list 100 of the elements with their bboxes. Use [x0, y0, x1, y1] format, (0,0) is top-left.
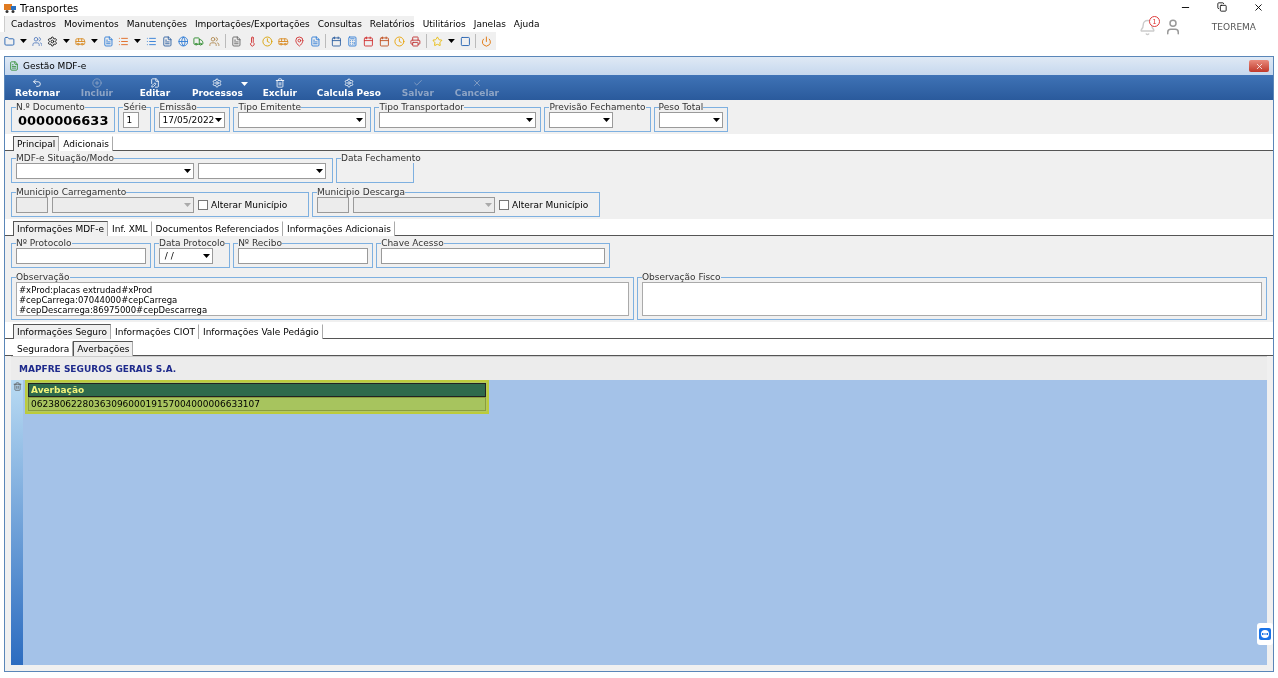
tab[interactable]: Informações MDF-e [13, 221, 109, 236]
input-field[interactable] [238, 248, 369, 264]
input-field[interactable] [16, 248, 146, 264]
input-field[interactable] [16, 197, 48, 213]
document-icon[interactable] [161, 35, 173, 47]
bus-icon[interactable] [278, 35, 289, 47]
dropdown-arrow-icon [485, 203, 492, 207]
dropdown[interactable] [379, 112, 537, 128]
dropdown[interactable] [353, 197, 495, 213]
delete-button[interactable]: Excluir [252, 78, 307, 98]
truck-icon[interactable] [193, 35, 205, 47]
tab[interactable]: Informações Vale Pedágio [199, 324, 323, 339]
edit-button[interactable]: Editar [127, 78, 182, 98]
users-icon[interactable] [31, 35, 43, 47]
menu-item[interactable]: Manutenções [126, 19, 187, 29]
checkbox[interactable]: Alterar Município [198, 200, 288, 210]
menu-item[interactable]: Cadastros [11, 19, 56, 29]
dropdown[interactable] [16, 163, 194, 179]
field-label: Data Fechamento [341, 153, 421, 163]
checkbox[interactable]: Alterar Município [499, 200, 589, 210]
plus-icon [91, 78, 102, 88]
input-field[interactable] [317, 197, 349, 213]
users-icon[interactable] [209, 35, 220, 47]
dropdown-arrow-icon [356, 118, 364, 122]
tab[interactable]: Principal [13, 136, 60, 151]
field-label: Nº Protocolo [16, 238, 72, 248]
power-icon[interactable] [481, 35, 493, 47]
document-icon[interactable] [102, 35, 114, 47]
menu-item[interactable]: Importações/Exportações [194, 19, 310, 29]
field-label: Observação [16, 272, 70, 282]
tab[interactable]: Informações CIOT [111, 324, 199, 339]
dropdown[interactable]: 17/05/2022 [159, 112, 226, 128]
close-button[interactable] [1249, 60, 1269, 72]
menu-item[interactable]: Ajuda [513, 19, 540, 29]
dropdown-arrow-icon [526, 118, 534, 122]
field-label: Observação Fisco [642, 272, 721, 282]
dropdown-arrow-icon [712, 118, 720, 122]
input-field[interactable]: 1 [123, 112, 140, 128]
bus-icon[interactable] [75, 35, 86, 47]
menu-item[interactable]: Consultas [317, 19, 362, 29]
tab[interactable]: Informações Adicionais [283, 221, 395, 236]
trash-icon [274, 78, 285, 88]
undo-icon [32, 78, 43, 88]
close-icon[interactable] [1253, 2, 1264, 13]
gear-icon[interactable] [47, 35, 59, 47]
menu-item[interactable]: Janelas [473, 19, 506, 29]
field-label: N.º Documento [16, 102, 85, 112]
field-label: Chave Acesso [381, 238, 444, 248]
globe-icon[interactable] [177, 35, 189, 47]
document-number: 0000006633 [17, 112, 110, 128]
field-label: Tipo Transportador [379, 102, 464, 112]
dropdown-arrow-icon [19, 39, 27, 43]
tab[interactable]: Inf. XML [108, 221, 152, 236]
square-icon[interactable] [459, 35, 471, 47]
dropdown-arrow-icon [603, 118, 611, 122]
tab[interactable]: Informações Seguro [13, 324, 112, 339]
dropdown[interactable] [198, 163, 326, 179]
tab[interactable]: Documentos Referenciados [151, 221, 283, 236]
dropdown[interactable] [238, 112, 367, 128]
document-icon[interactable] [230, 35, 242, 47]
tab[interactable]: Adicionais [59, 136, 113, 151]
restore-icon[interactable] [1217, 2, 1227, 12]
return-button[interactable]: Retornar [9, 78, 66, 98]
star-icon[interactable] [431, 35, 443, 47]
field-label: Previsão Fechamento [549, 102, 646, 112]
clock-icon[interactable] [262, 35, 274, 47]
bell-icon[interactable] [1138, 18, 1156, 36]
map-pin-icon[interactable] [293, 35, 305, 47]
menu-item[interactable]: Utilitários [422, 19, 466, 29]
text-area[interactable]: #xProd:placas extrudad#xProd #cepCarrega:07044000#cepCarrega #cepDescarrega:86975000#cepDescarrega [16, 282, 629, 316]
calendar-icon[interactable] [331, 35, 343, 47]
dropdown-arrow-icon [240, 82, 248, 86]
tab[interactable]: Averbações [73, 341, 134, 356]
calendar-icon[interactable] [378, 35, 390, 47]
dropdown[interactable] [658, 112, 723, 128]
gear-icon [343, 78, 354, 88]
printer-icon[interactable] [410, 35, 421, 47]
list-icon[interactable] [145, 35, 157, 47]
field-label: Municipio Carregamento [16, 187, 127, 197]
menu-item[interactable]: Relatórios [369, 19, 415, 29]
menu-item[interactable]: Movimentos [63, 19, 119, 29]
text-area[interactable] [642, 282, 1262, 316]
calculator-icon[interactable] [347, 35, 358, 47]
close-icon [471, 78, 482, 88]
edit-icon [149, 78, 160, 88]
date-field[interactable]: / / [159, 248, 213, 264]
remote-control-icon[interactable] [1257, 623, 1273, 645]
field-label: Municipio Descarga [317, 187, 406, 197]
dropdown[interactable] [549, 112, 614, 128]
clock-icon[interactable] [394, 35, 406, 47]
tab[interactable]: Seguradora [13, 341, 74, 356]
calendar-icon[interactable] [362, 35, 374, 47]
list-icon[interactable] [118, 35, 130, 47]
trash-icon[interactable] [12, 382, 22, 391]
input-field[interactable] [381, 248, 606, 264]
document-icon[interactable] [309, 35, 321, 47]
process-button[interactable]: Processos [185, 78, 249, 98]
folder-icon[interactable] [4, 35, 15, 47]
dropdown[interactable] [52, 197, 194, 213]
calc-button[interactable]: Calcula Peso [310, 78, 387, 98]
